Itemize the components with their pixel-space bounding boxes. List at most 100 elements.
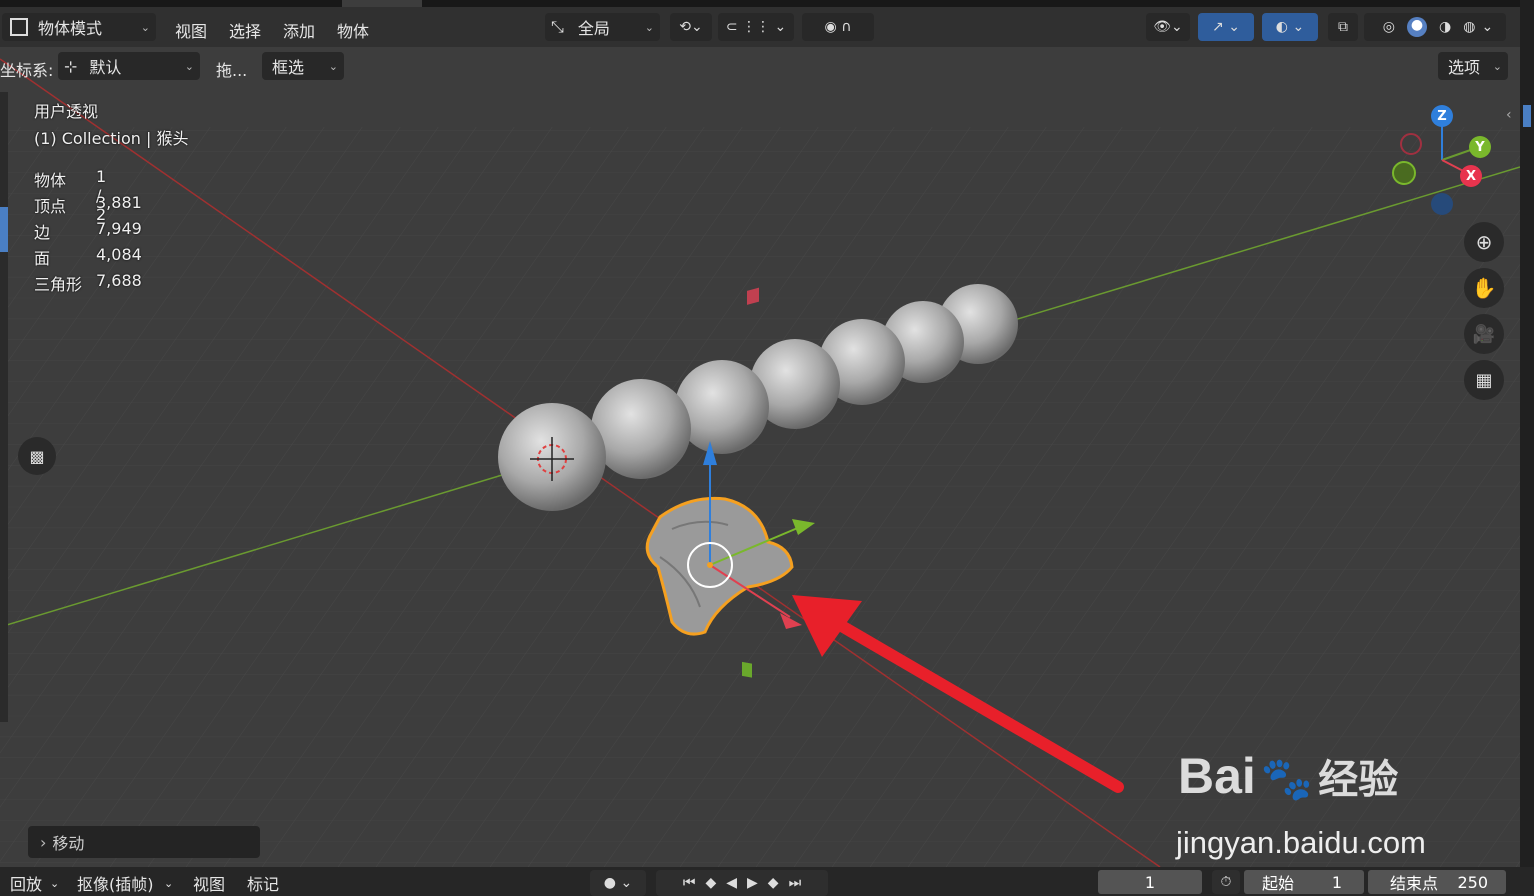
- chevron-down-icon[interactable]: ⌄: [164, 877, 173, 890]
- stat-value: 7,688: [96, 271, 142, 290]
- 3d-viewport[interactable]: 用户透视 (1) Collection | 猴头 物体 1 / 2 顶点 3,881…: [0, 47, 1520, 867]
- start-frame-field[interactable]: 起始 1: [1244, 870, 1364, 894]
- stats-table: 物体 1 / 2 顶点 3,881 边 7,949 面 4,084 三角形 7,688: [34, 167, 142, 297]
- select-mode-dropdown[interactable]: 框选 ⌄: [262, 52, 344, 80]
- watermark-brand-cn: 经验: [1318, 757, 1399, 803]
- end-frame-field[interactable]: 结束点 250: [1368, 870, 1506, 894]
- xray-button[interactable]: ⧉: [1328, 13, 1358, 41]
- paw-icon: 🐾: [1260, 754, 1314, 803]
- overlay-toggle-button[interactable]: ◐ ⌄: [1262, 13, 1318, 41]
- menu-select[interactable]: 选择: [229, 18, 261, 42]
- menu-add[interactable]: 添加: [283, 18, 315, 42]
- gizmo-y[interactable]: Y: [1469, 136, 1491, 158]
- chevron-down-icon: ⌄: [184, 59, 194, 73]
- preview-range-button[interactable]: ⏱: [1212, 870, 1240, 894]
- playback-controls[interactable]: ⏮ ◆ ◀ ▶ ◆ ⏭: [656, 870, 828, 896]
- record-icon: ● ⌄: [603, 875, 633, 891]
- play-icon[interactable]: ▶: [747, 875, 758, 891]
- stat-row: 物体 1 / 2: [34, 167, 106, 224]
- window-top-strip: [0, 0, 1534, 7]
- gizmo-icon: ↗ ⌄: [1212, 19, 1240, 35]
- chevron-down-icon[interactable]: ⌄: [50, 877, 59, 890]
- menu-view[interactable]: 视图: [175, 18, 207, 42]
- sidebar-collapse-icon[interactable]: ‹: [1506, 107, 1512, 123]
- gizmo-neg-y[interactable]: [1392, 161, 1416, 185]
- snap-button[interactable]: ⊂ ⋮⋮ ⌄: [718, 13, 794, 41]
- orientation-icon: ⤡: [551, 17, 564, 36]
- drag-label[interactable]: 拖...: [216, 57, 247, 81]
- object-mode-icon: [10, 18, 28, 36]
- magnet-icon: ⊂ ⋮⋮ ⌄: [725, 19, 787, 35]
- current-frame-field[interactable]: 1: [1098, 870, 1202, 894]
- zoom-button[interactable]: ⊕: [1464, 222, 1504, 262]
- stat-row: 边 7,949: [34, 219, 142, 245]
- stat-row: 面 4,084: [34, 245, 142, 271]
- playback-menu[interactable]: 回放: [10, 871, 42, 895]
- select-mode-label: 框选: [272, 58, 305, 77]
- camera-icon: 🎥: [1472, 323, 1496, 345]
- shading-buttons[interactable]: ◎ ● ◑ ◍ ⌄: [1364, 13, 1506, 41]
- keying-menu[interactable]: 抠像(插帧): [77, 871, 154, 895]
- last-operator-label: 移动: [52, 834, 85, 853]
- toolbar-toggle-button[interactable]: ▩: [18, 437, 56, 475]
- watermark: Bai 🐾 经验: [1178, 747, 1398, 805]
- jump-end-icon[interactable]: ⏭: [789, 875, 802, 891]
- chevron-right-icon: ›: [40, 832, 47, 852]
- toolbar-edge[interactable]: [0, 92, 8, 722]
- stat-label: 物体: [34, 171, 67, 190]
- rendered-shading-icon[interactable]: ◍: [1463, 19, 1475, 35]
- stat-value: 3,881: [96, 193, 142, 212]
- sidebar-tab[interactable]: [1523, 105, 1531, 127]
- camera-view-button[interactable]: 🎥: [1464, 314, 1504, 354]
- pan-button[interactable]: ✋: [1464, 268, 1504, 308]
- options-label: 选项: [1448, 58, 1481, 77]
- viewport-canvas: [0, 47, 1520, 867]
- chevron-down-icon: ⌄: [1492, 59, 1502, 73]
- watermark-brand: Bai: [1178, 748, 1256, 804]
- chevron-down-icon[interactable]: ⌄: [1481, 19, 1493, 35]
- collection-label: (1) Collection | 猴头: [34, 129, 189, 148]
- checker-icon: ▩: [29, 446, 45, 466]
- stat-label: 面: [34, 249, 51, 268]
- eye-icon: 👁⌄: [1153, 19, 1183, 35]
- wireframe-shading-icon[interactable]: ◎: [1383, 19, 1395, 35]
- options-dropdown[interactable]: 选项 ⌄: [1438, 52, 1508, 80]
- menu-object[interactable]: 物体: [337, 18, 369, 42]
- timeline-view-menu[interactable]: 视图: [193, 871, 225, 895]
- pivot-point-button[interactable]: ⟲⌄: [670, 13, 712, 41]
- last-operator-panel[interactable]: › 移动: [28, 826, 260, 858]
- start-label: 起始: [1262, 874, 1295, 893]
- zoom-icon: ⊕: [1475, 230, 1493, 254]
- xray-icon: ⧉: [1338, 19, 1348, 35]
- prev-keyframe-icon[interactable]: ◆: [705, 875, 716, 891]
- hand-icon: ✋: [1471, 276, 1497, 300]
- coord-dropdown[interactable]: ⊹ 默认 ⌄: [58, 52, 200, 80]
- material-shading-icon[interactable]: ◑: [1439, 19, 1451, 35]
- gizmo-x[interactable]: X: [1460, 165, 1482, 187]
- visibility-button[interactable]: 👁⌄: [1146, 13, 1190, 41]
- perspective-toggle-button[interactable]: ▦: [1464, 360, 1504, 400]
- stopwatch-icon: ⏱: [1220, 874, 1232, 890]
- proportional-edit-icon: ◉ ∩: [824, 19, 852, 35]
- stat-label: 三角形: [34, 275, 83, 294]
- mode-dropdown[interactable]: 物体模式 ⌄: [2, 13, 156, 41]
- workspace-tab-active[interactable]: [342, 0, 422, 7]
- stat-value: 4,084: [96, 245, 142, 264]
- gizmo-z[interactable]: Z: [1431, 105, 1453, 127]
- overlay-icon: ◐ ⌄: [1275, 19, 1305, 35]
- coord-value: 默认: [89, 58, 122, 77]
- record-button[interactable]: ● ⌄: [590, 870, 646, 896]
- marker-menu[interactable]: 标记: [247, 871, 279, 895]
- jump-start-icon[interactable]: ⏮: [683, 875, 696, 891]
- gizmo-toggle-button[interactable]: ↗ ⌄: [1198, 13, 1254, 41]
- solid-shading-icon[interactable]: ●: [1407, 17, 1428, 37]
- transform-orientation-dropdown[interactable]: ⤡ 全局 ⌄: [545, 13, 660, 41]
- chevron-down-icon: ⌄: [644, 20, 654, 34]
- chevron-down-icon: ⌄: [328, 59, 338, 73]
- gizmo-neg-x[interactable]: [1400, 133, 1422, 155]
- play-reverse-icon[interactable]: ◀: [726, 875, 737, 891]
- next-keyframe-icon[interactable]: ◆: [768, 875, 779, 891]
- proportional-edit-button[interactable]: ◉ ∩: [802, 13, 874, 41]
- mode-label: 物体模式: [38, 19, 103, 38]
- gizmo-neg-z[interactable]: [1431, 193, 1453, 215]
